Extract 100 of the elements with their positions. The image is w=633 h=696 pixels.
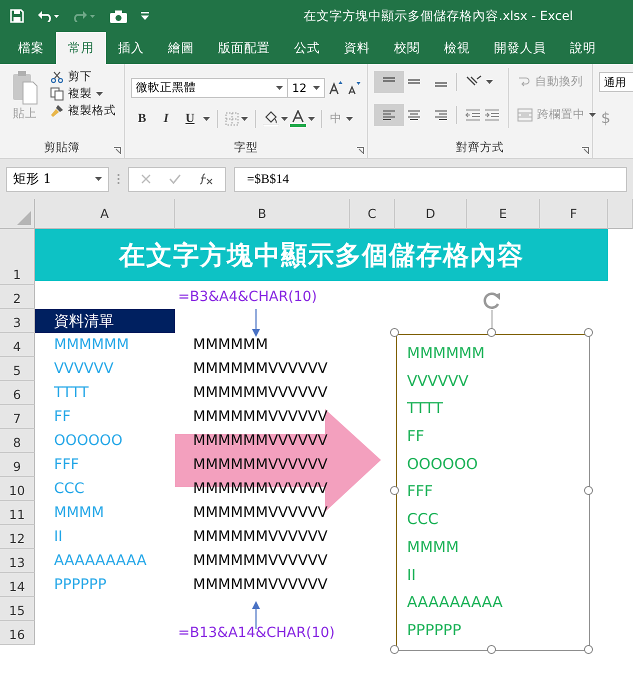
shrink-font-icon[interactable] (347, 80, 361, 94)
align-center-icon[interactable] (407, 110, 421, 120)
row-header[interactable]: 16 (0, 621, 35, 645)
textbox-line: FF (407, 426, 424, 448)
formula-note: =B3&A4&CHAR(10) (178, 289, 317, 305)
row-header[interactable]: 15 (0, 597, 35, 621)
caret-icon (241, 116, 248, 120)
ribbon-tab[interactable]: 校閱 (382, 32, 432, 64)
check-icon[interactable] (169, 174, 181, 184)
dialog-launcher-icon[interactable] (357, 147, 364, 154)
decrease-indent-icon[interactable] (465, 108, 481, 120)
row-header[interactable]: 12 (0, 525, 35, 549)
save-icon[interactable] (10, 9, 24, 23)
dialog-launcher-icon[interactable] (114, 147, 121, 154)
align-right-icon[interactable] (434, 110, 448, 120)
caret-icon (313, 86, 320, 90)
align-top-icon[interactable] (374, 70, 404, 92)
font-name-field[interactable]: 微軟正黑體 (131, 78, 288, 98)
row-header[interactable]: 13 (0, 549, 35, 573)
camera-icon[interactable] (110, 10, 127, 22)
row-header[interactable]: 1 (0, 229, 35, 285)
cell-text: FFF (54, 457, 80, 473)
textbox-line: VVVVVV (407, 370, 469, 392)
insert-function-icon[interactable] (199, 173, 213, 185)
row-header[interactable]: 14 (0, 573, 35, 597)
column-header[interactable]: F (540, 199, 608, 229)
format-painter-button[interactable]: 複製格式 (48, 102, 118, 119)
grow-font-icon[interactable] (329, 80, 343, 94)
row-header[interactable]: 8 (0, 429, 35, 453)
column-header[interactable]: C (350, 199, 395, 229)
bold-button[interactable]: B (131, 108, 153, 130)
cell-text: MMMMMMVVVVVV (193, 577, 328, 593)
row-header[interactable]: 5 (0, 357, 35, 381)
italic-button[interactable]: I (155, 108, 177, 130)
row-header[interactable]: 3 (0, 309, 35, 333)
row-header[interactable]: 2 (0, 285, 35, 309)
row-header[interactable]: 7 (0, 405, 35, 429)
underline-button[interactable]: U (179, 108, 201, 130)
textbox-line: OOOOOO (407, 454, 478, 475)
border-icon[interactable] (225, 112, 239, 126)
row-header[interactable]: 11 (0, 501, 35, 525)
resize-handle[interactable] (487, 645, 496, 654)
ribbon-tab[interactable]: 插入 (106, 32, 156, 64)
formula-text[interactable]: =$B$14 (247, 171, 290, 187)
ribbon-tab[interactable]: 繪圖 (156, 32, 206, 64)
name-box[interactable]: 矩形 1 (6, 166, 109, 192)
ribbon-tab[interactable]: 資料 (332, 32, 382, 64)
number-format-field[interactable]: 通用 (599, 72, 633, 92)
copy-button[interactable]: 複製 (48, 85, 118, 102)
ribbon-tab[interactable]: 版面配置 (206, 32, 282, 64)
column-header[interactable]: D (395, 199, 467, 229)
resize-handle[interactable] (584, 328, 593, 337)
cut-button[interactable]: 剪下 (48, 68, 118, 85)
header-cell: 資料清單 (35, 309, 175, 333)
font-size-field[interactable]: 12 (287, 78, 325, 98)
resize-handle[interactable] (390, 645, 399, 654)
textbox-line: PPPPPP (407, 620, 462, 641)
row-header[interactable]: 10 (0, 477, 35, 501)
resize-handle[interactable] (390, 486, 399, 495)
font-color-icon[interactable] (290, 110, 306, 127)
column-header[interactable]: B (175, 199, 350, 229)
resize-handle[interactable] (390, 328, 399, 337)
scissors-drawing (50, 70, 64, 83)
cell-text: MMMM (54, 505, 104, 521)
row-header[interactable]: 9 (0, 453, 35, 477)
ribbon-tab[interactable]: 常用 (56, 32, 106, 64)
ribbon-tab[interactable]: 開發人員 (482, 32, 558, 64)
resize-handle[interactable] (584, 645, 593, 654)
ribbon-tab[interactable]: 說明 (558, 32, 608, 64)
cell-text: MMMMMM (193, 337, 268, 353)
resize-handle[interactable] (487, 328, 496, 337)
cell-text: MMMMMMVVVVVV (193, 481, 328, 497)
title-banner: 在文字方塊中顯示多個儲存格內容 (35, 229, 608, 281)
cell-text: AAAAAAAAA (54, 553, 147, 569)
cell-text: MMMMMMVVVVVV (193, 457, 328, 473)
caret-icon (96, 92, 103, 96)
caret-icon (95, 177, 102, 181)
ribbon-tab[interactable]: 檢視 (432, 32, 482, 64)
cell-text: MMMMMMVVVVVV (193, 385, 328, 401)
customize-icon[interactable] (141, 12, 149, 20)
increase-indent-icon[interactable] (484, 108, 500, 120)
resize-handle[interactable] (584, 486, 593, 495)
redo-icon[interactable] (74, 10, 96, 22)
dialog-launcher-icon[interactable] (582, 147, 589, 154)
cell-text: MMMMMMVVVVVV (193, 505, 328, 521)
cell-text: VVVVVV (54, 361, 114, 377)
fill-color-icon[interactable] (263, 110, 279, 126)
column-header[interactable]: E (467, 199, 540, 229)
caret-icon (281, 116, 288, 120)
cell-text: CCC (54, 481, 84, 497)
align-left-icon[interactable] (374, 104, 404, 126)
undo-icon[interactable] (38, 10, 60, 22)
row-header[interactable]: 6 (0, 381, 35, 405)
group-label: 字型 (233, 140, 259, 156)
ribbon-tab[interactable]: 公式 (282, 32, 332, 64)
row-header[interactable]: 4 (0, 333, 35, 357)
ribbon-tab[interactable]: 檔案 (6, 32, 56, 64)
column-header[interactable]: A (35, 199, 175, 229)
cell-text: PPPPPP (54, 577, 106, 593)
align-middle-icon[interactable] (407, 76, 421, 86)
